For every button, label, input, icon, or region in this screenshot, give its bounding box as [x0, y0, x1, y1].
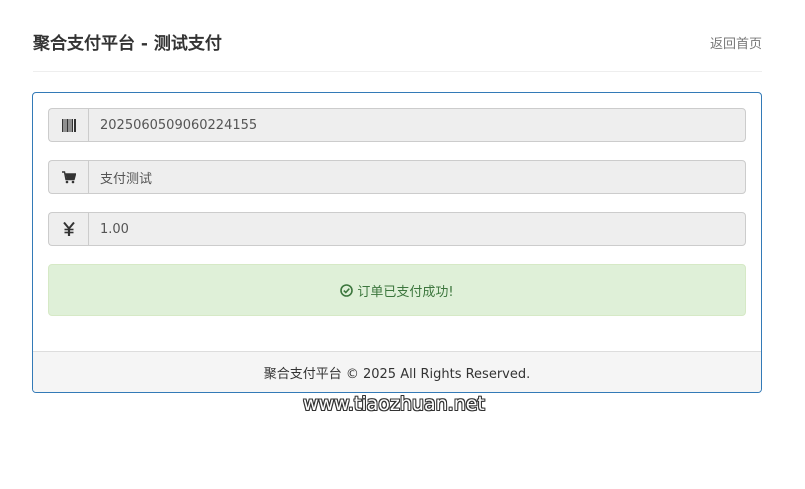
shopping-cart-icon: [48, 160, 88, 194]
page-title: 聚合支付平台 - 测试支付: [33, 34, 222, 54]
yen-icon: [48, 212, 88, 246]
payment-panel: 订单已支付成功! 聚合支付平台 © 2025 All Rights Reserv…: [32, 92, 762, 393]
check-circle-icon: [340, 283, 354, 297]
product-name-group: [48, 160, 746, 194]
success-message: 订单已支付成功!: [357, 284, 454, 300]
amount-field[interactable]: [88, 212, 746, 246]
watermark-text: www.tiaozhuan.net: [303, 393, 485, 415]
page: 聚合支付平台 - 测试支付 返回首页 2025060509060224155 支…: [0, 0, 805, 489]
product-name-field[interactable]: [88, 160, 746, 194]
page-header: 聚合支付平台 - 测试支付 返回首页: [33, 26, 762, 72]
amount-group: [48, 212, 746, 246]
order-number-field[interactable]: [88, 108, 746, 142]
copyright-text: 聚合支付平台 © 2025 All Rights Reserved.: [263, 366, 531, 382]
order-number-group: [48, 108, 746, 142]
success-alert: 订单已支付成功!: [48, 264, 746, 316]
panel-footer: 聚合支付平台 © 2025 All Rights Reserved.: [33, 351, 761, 392]
back-home-link[interactable]: 返回首页: [710, 33, 762, 52]
barcode-icon: [48, 108, 88, 142]
